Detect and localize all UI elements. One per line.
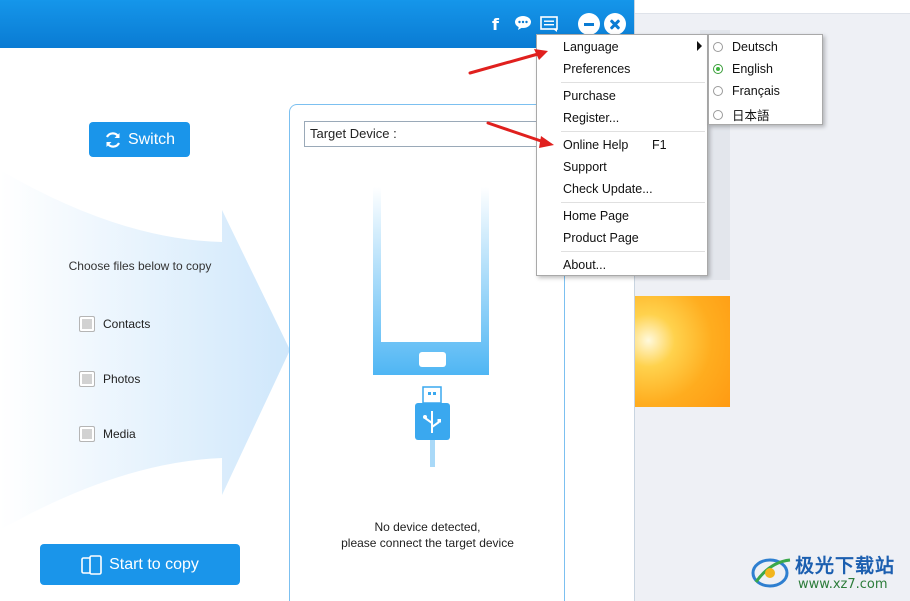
language-option-francais[interactable]: Français [713,84,780,98]
no-device-line1: No device detected, [374,520,481,534]
menu-item-about[interactable]: About... [563,258,606,272]
menu-separator [561,202,705,203]
menu-separator [561,82,705,83]
submenu-arrow-icon [697,41,702,51]
facebook-icon[interactable]: f [492,15,499,34]
phone-usb-illustration [373,187,489,467]
copy-direction-arrow [0,170,290,530]
minimize-button[interactable] [578,13,600,35]
start-copy-label: Start to copy [109,555,199,573]
close-button[interactable] [604,13,626,35]
language-label: Deutsch [732,40,778,54]
menu-item-check-update[interactable]: Check Update... [563,182,653,196]
menu-separator [561,131,705,132]
background-topbar [634,0,910,14]
language-option-japanese[interactable]: 日本語 [713,105,770,124]
devices-icon [81,554,102,575]
contacts-checkbox[interactable] [79,316,95,332]
main-menu-dropdown: Language Preferences Purchase Register..… [536,34,708,276]
photos-label: Photos [103,372,141,386]
media-checkbox-row[interactable]: Media [79,426,136,442]
radio-selected-icon [713,64,723,74]
menu-icon[interactable] [540,16,558,32]
no-device-line2: please connect the target device [341,536,514,550]
switch-icon [105,131,120,148]
start-copy-button[interactable]: Start to copy [40,544,240,585]
photos-checkbox-row[interactable]: Photos [79,371,140,387]
photos-checkbox[interactable] [79,371,95,387]
menu-item-language[interactable]: Language [563,40,619,54]
language-label: English [732,62,773,76]
switch-button[interactable]: Switch [89,122,190,157]
annotation-arrows [468,49,554,148]
watermark-title: 极光下载站 [795,555,896,577]
contacts-label: Contacts [103,317,151,331]
media-label: Media [103,427,136,441]
switch-label: Switch [127,130,176,148]
menu-separator [561,251,705,252]
watermark-url: www.xz7.com [798,577,888,592]
radio-icon [713,109,723,120]
language-option-english[interactable]: English [713,62,773,76]
menu-shortcut-f1: F1 [652,138,667,152]
language-label: Français [732,84,780,98]
menu-item-product-page[interactable]: Product Page [563,231,639,245]
language-submenu: Deutsch English Français 日本語 [708,34,823,125]
no-device-message: No device detected, please connect the t… [300,519,555,551]
menu-item-preferences[interactable]: Preferences [563,62,630,76]
radio-icon [713,86,723,96]
choose-files-label: Choose files below to copy [68,259,212,273]
media-checkbox[interactable] [79,426,95,442]
contacts-checkbox-row[interactable]: Contacts [79,316,150,332]
menu-item-home-page[interactable]: Home Page [563,209,629,223]
menu-item-register[interactable]: Register... [563,111,619,125]
radio-icon [713,42,723,52]
language-option-deutsch[interactable]: Deutsch [713,40,778,54]
language-label: 日本語 [732,108,770,123]
menu-item-support[interactable]: Support [563,160,607,174]
background-sun-image [634,296,730,407]
menu-item-online-help[interactable]: Online Help [563,138,628,152]
menu-item-purchase[interactable]: Purchase [563,89,616,103]
chat-icon[interactable] [514,15,532,31]
